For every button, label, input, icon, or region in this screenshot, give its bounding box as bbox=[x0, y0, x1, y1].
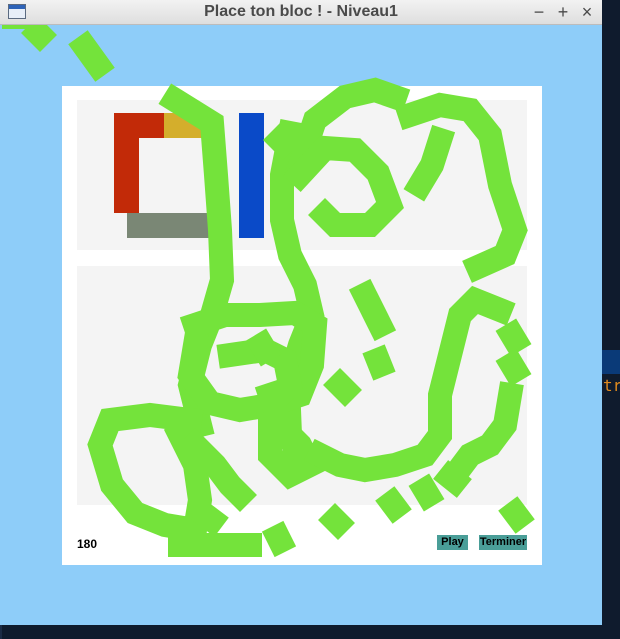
stroke-scatter-14 bbox=[245, 328, 282, 367]
stroke-scatter-10 bbox=[191, 500, 229, 537]
stroke-scatter-2 bbox=[362, 344, 396, 381]
stroke-lower-left-loop bbox=[87, 402, 213, 544]
stroke-small-hook bbox=[403, 124, 456, 202]
stroke-scatter-12 bbox=[433, 460, 472, 498]
stroke-top-left bbox=[2, 25, 115, 82]
stroke-scatter-11 bbox=[498, 496, 535, 534]
stroke-right-tail bbox=[438, 381, 524, 492]
stroke-scatter-3 bbox=[323, 368, 362, 407]
close-button[interactable]: × bbox=[578, 1, 596, 23]
title-bar[interactable]: Place ton bloc ! - Niveau1 − + × bbox=[0, 0, 602, 25]
stroke-inner-loop bbox=[283, 135, 404, 237]
game-window: Place ton bloc ! - Niveau1 − + × 180 Pla… bbox=[0, 0, 602, 625]
stroke-scatter-9 bbox=[261, 520, 297, 558]
stroke-scatter-1 bbox=[348, 278, 397, 342]
stroke-scatter-5 bbox=[495, 348, 532, 387]
play-button[interactable]: Play bbox=[437, 535, 468, 550]
desktop-panel-strip bbox=[602, 350, 620, 374]
finish-button[interactable]: Terminer bbox=[479, 535, 527, 550]
stroke-scatter-13 bbox=[263, 123, 300, 160]
stroke-scatter-7 bbox=[408, 473, 445, 512]
stroke-scatter-4 bbox=[495, 318, 532, 357]
score-display: 180 bbox=[77, 537, 98, 551]
desktop-background-text: tr bbox=[603, 376, 620, 395]
maximize-button[interactable]: + bbox=[554, 1, 572, 23]
minimize-button[interactable]: − bbox=[530, 1, 548, 23]
stroke-scatter-6 bbox=[375, 486, 412, 524]
stroke-scatter-8 bbox=[318, 503, 355, 540]
window-title: Place ton bloc ! - Niveau1 bbox=[204, 3, 398, 20]
game-canvas[interactable]: 180 Play Terminer bbox=[0, 25, 602, 625]
